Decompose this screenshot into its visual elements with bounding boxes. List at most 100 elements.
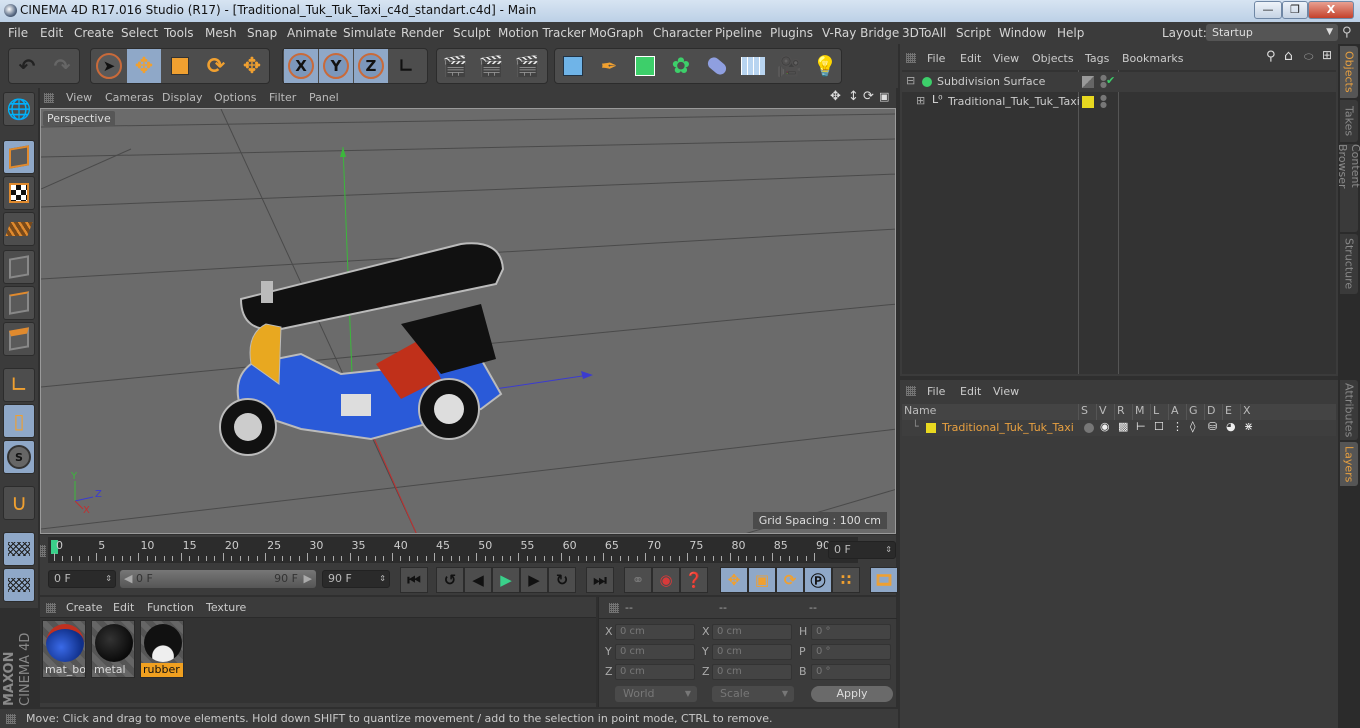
menu-render[interactable]: Render (401, 26, 444, 40)
panel-grip-icon[interactable] (906, 53, 916, 63)
enabled-check-icon[interactable]: ✔ (1106, 74, 1115, 87)
viewport-maximize-icon[interactable]: ▣ (879, 90, 889, 103)
panel-grip-icon[interactable] (609, 603, 619, 613)
texture-mode-button[interactable] (3, 176, 35, 210)
layers-menu-file[interactable]: File (927, 385, 945, 398)
object-row[interactable]: ⊞ L⁰ Traditional_Tuk_Tuk_Taxi ● ● (902, 92, 1336, 112)
material-menu-texture[interactable]: Texture (206, 601, 246, 614)
layout-dropdown[interactable]: Startup ▼ (1206, 24, 1338, 41)
search-icon[interactable]: ⚲ (1266, 49, 1276, 64)
new-view-icon[interactable]: ⊞ (1322, 48, 1332, 62)
generator-icon[interactable]: ◊ (1190, 420, 1195, 433)
rot-p-field[interactable]: 0 ° (811, 644, 891, 660)
menu-snap[interactable]: Snap (247, 26, 277, 40)
tab-content-browser[interactable]: Content Browser (1336, 144, 1360, 232)
tab-layers[interactable]: Layers (1340, 442, 1358, 486)
material-menu-function[interactable]: Function (147, 601, 194, 614)
object-name[interactable]: Traditional_Tuk_Tuk_Taxi (948, 95, 1080, 108)
viewport-menu-display[interactable]: Display (162, 91, 203, 104)
rot-b-field[interactable]: 0 ° (811, 664, 891, 680)
stepper-icon[interactable]: ⇕ (105, 571, 112, 587)
add-floor-button[interactable] (736, 49, 770, 83)
points-mode-button[interactable] (3, 250, 35, 284)
layer-name[interactable]: Traditional_Tuk_Tuk_Taxi (942, 421, 1074, 434)
menu-tools[interactable]: Tools (164, 26, 194, 40)
lock-workplane-button[interactable] (3, 532, 35, 566)
material-swatch[interactable]: rubber (140, 620, 184, 678)
camera-label[interactable]: Perspective (43, 111, 115, 126)
home-icon[interactable]: ⌂ (1284, 48, 1293, 64)
current-frame-field[interactable]: 0 F ⇕ (828, 541, 896, 559)
minimize-button[interactable]: — (1254, 1, 1282, 19)
go-to-end-button[interactable]: ⏭ (586, 567, 614, 593)
stepper-icon[interactable]: ⇕ (379, 571, 386, 587)
tab-objects[interactable]: Objects (1340, 46, 1358, 98)
size-z-field[interactable]: 0 cm (712, 664, 792, 680)
menu-simulate[interactable]: Simulate (343, 26, 396, 40)
viewport-menu-view[interactable]: View (66, 91, 92, 104)
z-axis-lock-button[interactable]: Z (354, 49, 388, 83)
tab-takes[interactable]: Takes (1340, 100, 1358, 142)
column-generators[interactable]: G (1186, 404, 1204, 420)
y-axis-lock-button[interactable]: Y (319, 49, 353, 83)
record-keys-button[interactable]: ⚭ (624, 567, 652, 593)
menu-plugins[interactable]: Plugins (770, 26, 813, 40)
move-tool-button[interactable]: ✥ (127, 49, 161, 83)
column-expressions[interactable]: E (1222, 404, 1240, 420)
viewport-zoom-icon[interactable]: ↕ (848, 89, 859, 104)
menu-3dtoall[interactable]: 3DToAll (902, 26, 946, 40)
workplane-mode-button[interactable] (3, 212, 35, 246)
add-light-button[interactable]: 💡 (808, 49, 842, 83)
objects-menu-file[interactable]: File (927, 52, 945, 65)
menu-select[interactable]: Select (121, 26, 158, 40)
layer-color-swatch[interactable] (1082, 96, 1094, 108)
search-icon[interactable]: ⚲ (1342, 25, 1352, 40)
restore-button[interactable]: ❐ (1282, 1, 1308, 19)
objects-menu-tags[interactable]: Tags (1085, 52, 1109, 65)
transform-tool-button[interactable]: ✥ (235, 49, 269, 83)
add-deformer-button[interactable] (700, 49, 734, 83)
key-rotation-button[interactable]: ⟳ (776, 567, 804, 593)
panel-grip-icon[interactable] (46, 603, 56, 613)
edges-mode-button[interactable] (3, 286, 35, 320)
animation-film-icon[interactable]: ⋮ (1172, 420, 1183, 433)
eye-icon[interactable]: ⬭ (1304, 50, 1313, 64)
end-frame-field[interactable]: 90 F ⇕ (322, 570, 390, 588)
perspective-viewport[interactable]: Y Z X Perspective Grid Spacing : 100 cm (40, 108, 896, 534)
timeline-grip-icon[interactable] (40, 545, 46, 557)
viewport-menu-filter[interactable]: Filter (269, 91, 296, 104)
size-y-field[interactable]: 0 cm (712, 644, 792, 660)
visible-eye-icon[interactable]: ◉ (1100, 420, 1110, 433)
add-subdivision-surface-button[interactable] (628, 49, 662, 83)
render-picture-viewer-button[interactable]: 🎬 (474, 49, 508, 83)
size-mode-dropdown[interactable]: Scale ▼ (712, 686, 794, 702)
size-x-field[interactable]: 0 cm (712, 624, 792, 640)
viewport-rotate-icon[interactable]: ⟳ (863, 89, 874, 104)
subdivision-tag-icon[interactable] (1082, 76, 1094, 88)
menu-create[interactable]: Create (74, 26, 114, 40)
material-swatch[interactable]: metal (91, 620, 135, 678)
material-swatch[interactable]: mat_bod (42, 620, 86, 678)
add-cube-button[interactable] (556, 49, 590, 83)
layer-color-swatch[interactable] (926, 423, 936, 433)
model-mode-button[interactable] (3, 140, 35, 174)
go-to-start-button[interactable]: ⏮ (400, 567, 428, 593)
key-parameter-button[interactable]: Ⓟ (804, 567, 832, 593)
collapse-icon[interactable]: ⊟ (906, 74, 915, 87)
menu-script[interactable]: Script (956, 26, 991, 40)
coordinate-system-dropdown[interactable]: World ▼ (615, 686, 697, 702)
undo-button[interactable]: ↶ (10, 49, 44, 83)
pos-z-field[interactable]: 0 cm (615, 664, 695, 680)
viewport-menu-panel[interactable]: Panel (309, 91, 339, 104)
menu-help[interactable]: Help (1057, 26, 1084, 40)
snap-button[interactable]: ∪ (3, 486, 35, 520)
menu-mesh[interactable]: Mesh (205, 26, 237, 40)
polygons-mode-button[interactable] (3, 322, 35, 356)
render-view-button[interactable]: 🎬 (438, 49, 472, 83)
coordinate-system-button[interactable]: ∟ (389, 49, 423, 83)
rotate-tool-button[interactable]: ⟳ (199, 49, 233, 83)
menu-motion-tracker[interactable]: Motion Tracker (498, 26, 586, 40)
next-frame-button[interactable]: ▶ (520, 567, 548, 593)
pos-y-field[interactable]: 0 cm (615, 644, 695, 660)
close-button[interactable]: X (1308, 1, 1354, 19)
